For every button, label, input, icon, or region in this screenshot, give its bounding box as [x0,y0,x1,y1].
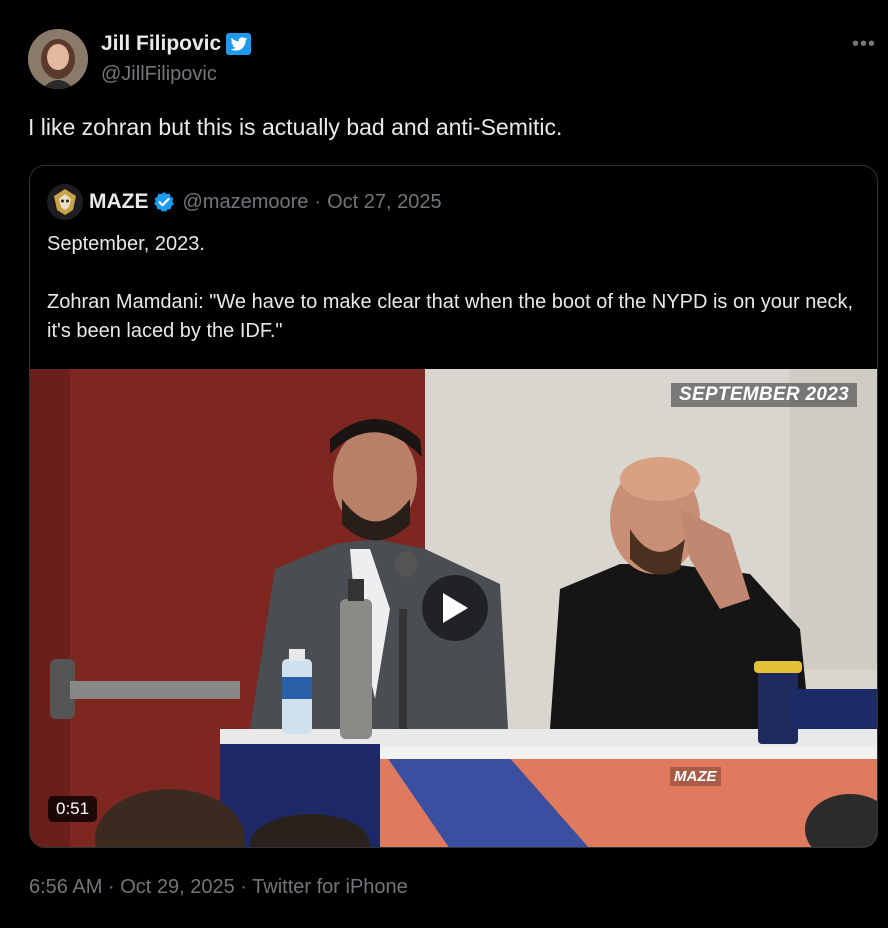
verified-badge-icon [226,33,252,55]
video-overlay-title: SEPTEMBER 2023 [671,383,857,407]
quoted-tweet[interactable]: MAZE @mazemoore · Oct 27, 2025 September… [29,165,878,848]
quoted-tweet-text: September, 2023. Zohran Mamdani: "We hav… [47,230,867,346]
tweet-date[interactable]: Oct 29, 2025 [120,876,235,898]
quoted-author-handle[interactable]: @mazemoore [183,191,309,214]
author-avatar[interactable] [28,29,88,89]
play-icon [443,593,468,623]
separator: · [240,876,247,898]
separator: · [107,876,115,898]
video-player[interactable]: SEPTEMBER 2023 MAZE 0:51 [30,369,877,847]
tweet-meta: 6:56 AM · Oct 29, 2025 · Twitter for iPh… [29,876,408,899]
video-duration: 0:51 [48,796,98,822]
separator: · [314,190,322,213]
quoted-tweet-header: MAZE @mazemoore · Oct 27, 2025 [47,184,442,220]
tweet: Jill Filipovic @JillFilipovic ••• I like… [0,0,888,928]
verified-badge-icon [153,191,175,213]
quoted-author-name[interactable]: MAZE [89,190,149,214]
play-button[interactable] [422,575,488,641]
more-options-icon[interactable]: ••• [852,33,876,56]
quoted-author-avatar[interactable] [47,184,83,220]
author-handle[interactable]: @JillFilipovic [101,63,217,86]
tweet-source: Twitter for iPhone [252,876,408,898]
tweet-text: I like zohran but this is actually bad a… [28,114,563,140]
tweet-time[interactable]: 6:56 AM [29,876,102,898]
author-name[interactable]: Jill Filipovic [101,32,221,56]
quoted-text-line: September, 2023. [47,233,205,255]
author-name-row[interactable]: Jill Filipovic [101,32,252,56]
banner-label: MAZE [670,767,721,786]
quoted-date[interactable]: Oct 27, 2025 [327,191,442,214]
quoted-text-line: Zohran Mamdani: "We have to make clear t… [47,291,854,342]
